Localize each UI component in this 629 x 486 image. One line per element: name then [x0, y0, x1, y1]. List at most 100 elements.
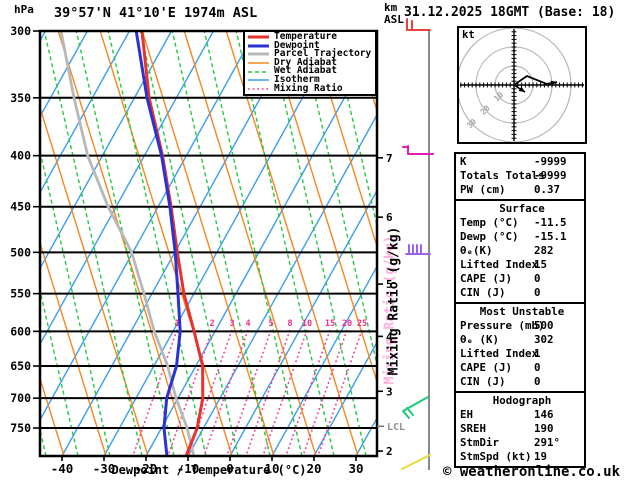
wet-adiabat-line [75, 31, 175, 456]
index-label: SREH [460, 422, 487, 435]
dry-adiabat-line [99, 31, 233, 456]
index-row: CAPE (J) 0 [460, 272, 584, 286]
legend-box: Temperature Dewpoint Parcel Trajectory Dry … [243, 30, 377, 96]
index-label: Dewp (°C) [460, 230, 519, 243]
mixing-ratio-value-label: 5 [268, 319, 273, 329]
index-value: 146 [534, 408, 554, 421]
pressure-tick-label: 400 [10, 149, 31, 163]
index-label: EH [460, 408, 474, 421]
legend-swatch-temperature-icon [248, 35, 269, 39]
index-row: Lifted Index 15 [460, 258, 584, 272]
index-label: θₑ (K) [460, 333, 500, 346]
indices-most-unstable: Most Unstable Pressure (mb) 500 θₑ (K) 302 Li… [454, 302, 586, 391]
index-row: SREH 190 [460, 422, 584, 436]
index-label: K [460, 155, 467, 168]
legend-swatch-wet-adiabat-icon [248, 70, 269, 73]
altitude-tick-label: 6 [386, 211, 393, 224]
pressure-unit-label: hPa [14, 3, 34, 16]
legend-swatch-dewpoint-icon [248, 44, 269, 48]
index-value: 0 [534, 375, 541, 388]
index-row: Lifted Index 1 [460, 347, 584, 361]
index-row: θₑ(K) 282 [460, 244, 584, 258]
index-value: 0 [534, 361, 541, 374]
index-row: K -9999 [460, 155, 584, 169]
index-label: PW (cm) [460, 183, 506, 196]
index-label: CIN (J) [460, 375, 506, 388]
index-label: StmSpd (kt) [460, 450, 532, 463]
pressure-tick-label: 600 [10, 324, 31, 338]
legend-swatch-dry-adiabat-icon [248, 62, 269, 64]
indices-hodograph: Hodograph EH 146 SREH 190 StmDir 291° StmSpd (k… [454, 391, 586, 468]
index-value: -9999 [534, 155, 567, 168]
mixing-ratio-line [262, 329, 308, 456]
index-row: Temp (°C) -11.5 [460, 216, 584, 230]
index-label: θₑ(K) [460, 244, 493, 257]
index-value: -9999 [534, 169, 567, 182]
index-value: -11.5 [534, 216, 567, 229]
altitude-tick-label: 3 [386, 385, 393, 398]
temp-axis-label: Dewpoint / Temperature (°C) [111, 463, 307, 477]
pressure-tick-label: 750 [10, 421, 31, 435]
temp-tick-label: -40 [51, 461, 74, 476]
pressure-tick-label: 700 [10, 391, 31, 405]
altitude-tick-label: 2 [386, 445, 393, 458]
altitude-tick-label: 7 [386, 152, 393, 165]
indices-general: K -9999 Totals Totals -9999 PW (cm) 0.37 [454, 152, 586, 199]
legend-swatch-mixing-ratio-icon [248, 88, 269, 90]
legend-swatch-isotherm-icon [248, 79, 269, 82]
index-value: 15 [534, 258, 548, 271]
mixing-ratio-value-label: 2 [209, 319, 214, 329]
altitude-unit-asl: ASL [384, 13, 404, 26]
wet-adiabat-line [107, 31, 207, 456]
mixing-ratio-value-label: 3 [229, 319, 234, 329]
index-value: 291° [534, 436, 561, 449]
index-row: Pressure (mb) 500 [460, 319, 584, 333]
hodograph-plot: 102030 [459, 28, 585, 142]
index-row: StmSpd (kt) 19 [460, 450, 584, 464]
mixing-ratio-axis-label: Mixing Ratio (g/kg) [386, 226, 402, 376]
index-row: Totals Totals -9999 [460, 169, 584, 183]
index-label: Lifted Index [460, 347, 539, 360]
index-value: 302 [534, 333, 554, 346]
pressure-tick-label: 550 [10, 287, 31, 301]
altitude-unit-label: km ASL [384, 2, 404, 26]
indices-most-unstable-title: Most Unstable [479, 305, 565, 318]
mixing-ratio-value-label: 8 [287, 319, 292, 329]
index-value: 19 [534, 450, 548, 463]
mixing-ratio-value-label: 4 [245, 319, 250, 329]
legend-swatch-parcel-trajectory-icon [248, 52, 269, 56]
index-value: -15.1 [534, 230, 567, 243]
wet-adiabat-line [363, 31, 377, 90]
index-value: 282 [534, 244, 554, 257]
index-label: Lifted Index [460, 258, 539, 271]
temperature-curve [140, 31, 205, 456]
index-row: CIN (J) 0 [460, 375, 584, 389]
index-row: θₑ (K) 302 [460, 333, 584, 347]
indices-panel: K -9999 Totals Totals -9999 PW (cm) 0.37 Surfa… [454, 152, 586, 468]
mixing-ratio-value-label: 20 [342, 319, 352, 329]
datetime-title: 31.12.2025 18GMT (Base: 18) [404, 5, 616, 20]
pressure-tick-label: 500 [10, 245, 31, 259]
mixing-ratio-value-label: 25 [357, 319, 367, 329]
index-value: 1 [534, 347, 541, 360]
hodograph-unit-label: kt [462, 29, 475, 41]
index-row: EH 146 [460, 408, 584, 422]
wind-barb-800-icon [401, 454, 431, 470]
pressure-tick-label: 300 [10, 24, 31, 38]
index-label: Totals Totals [460, 169, 545, 182]
index-value: 0.37 [534, 183, 561, 196]
pressure-tick-label: 450 [10, 200, 31, 214]
index-row: StmDir 291° [460, 436, 584, 450]
index-row: Dewp (°C) -15.1 [460, 230, 584, 244]
lcl-label: LCL [387, 422, 405, 433]
wind-barb-700-icon [402, 396, 429, 419]
index-row: PW (cm) 0.37 [460, 183, 584, 197]
isotherm-line [40, 31, 257, 422]
copyright: © weatheronline.co.uk [443, 464, 621, 480]
dry-adiabat-line [57, 31, 191, 456]
mixing-ratio-line [285, 329, 331, 456]
wind-barb-500-icon [405, 244, 431, 255]
index-value: 500 [534, 319, 554, 332]
temp-tick-label: 30 [348, 461, 363, 476]
index-value: 190 [534, 422, 554, 435]
